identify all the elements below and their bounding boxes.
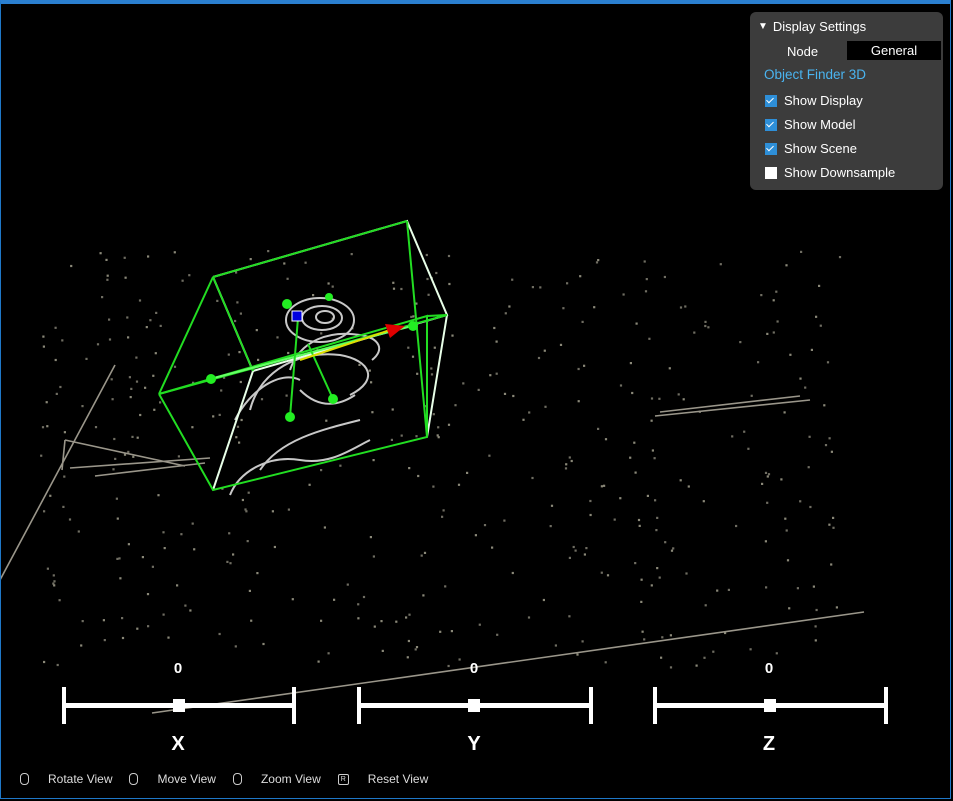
section-title: Object Finder 3D [764, 67, 867, 82]
show-display-row[interactable]: Show Display [765, 93, 863, 108]
show-scene-label: Show Scene [784, 141, 857, 156]
x-slider-knob[interactable] [173, 699, 185, 712]
x-value: 0 [173, 660, 183, 677]
key-r-icon: R [337, 773, 349, 785]
x-slider-right-cap [292, 687, 296, 724]
show-downsample-label: Show Downsample [784, 165, 896, 180]
y-slider-knob[interactable] [468, 699, 480, 712]
mouse-wheel-icon [232, 773, 242, 785]
hint-rotate: Rotate View [48, 772, 113, 786]
show-model-row[interactable]: Show Model [765, 117, 856, 132]
show-model-checkbox[interactable] [765, 118, 777, 131]
show-downsample-row[interactable]: Show Downsample [765, 165, 895, 180]
z-slider[interactable] [653, 687, 888, 724]
y-axis-label: Y [467, 733, 481, 755]
hint-reset: Reset View [367, 772, 429, 786]
node-select[interactable]: General [847, 41, 941, 60]
node-label: Node [787, 44, 819, 59]
panel-header[interactable]: ▼ Display Settings [758, 19, 866, 34]
y-value: 0 [469, 660, 479, 677]
hint-zoom: Zoom View [260, 772, 321, 786]
show-model-label: Show Model [784, 117, 856, 132]
x-slider[interactable] [62, 687, 296, 724]
show-scene-row[interactable]: Show Scene [765, 141, 857, 156]
show-downsample-checkbox[interactable] [765, 166, 777, 179]
control-hints: Rotate View Move View Zoom View R Reset … [20, 772, 445, 786]
hint-move: Move View [157, 772, 216, 786]
y-slider-right-cap [589, 687, 593, 724]
node-row: Node General [750, 41, 943, 61]
mouse-left-icon [20, 773, 29, 785]
display-settings-panel: ▼ Display Settings Node General Object F… [750, 12, 943, 190]
z-axis-label: Z [762, 733, 776, 755]
panel-title: Display Settings [772, 19, 867, 34]
z-slider-knob[interactable] [764, 699, 776, 712]
show-display-checkbox[interactable] [765, 94, 777, 107]
collapse-triangle-icon[interactable]: ▼ [758, 21, 768, 32]
z-value: 0 [764, 660, 774, 677]
x-axis-label: X [171, 733, 185, 755]
z-slider-right-cap [884, 687, 888, 724]
y-slider[interactable] [357, 687, 593, 724]
mouse-right-icon [129, 773, 139, 785]
show-display-label: Show Display [784, 93, 863, 108]
show-scene-checkbox[interactable] [765, 142, 777, 155]
